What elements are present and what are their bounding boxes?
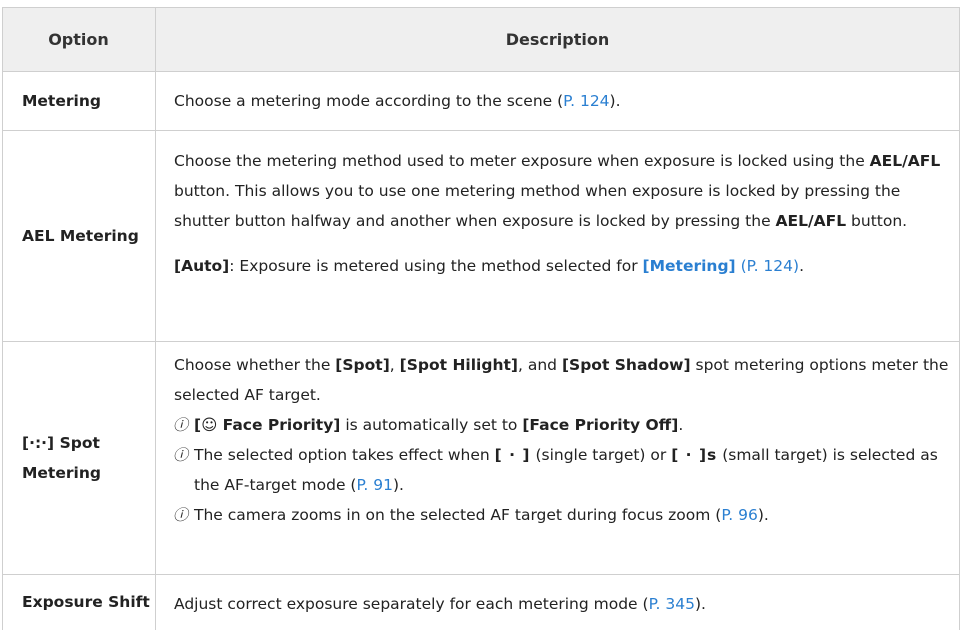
table-border-right (959, 7, 960, 630)
description-text: The camera zooms in on the selected AF t… (194, 506, 722, 524)
option-label: [∙:∙] Spot Metering (22, 433, 101, 482)
small-target-icon: [ · ]s (671, 446, 718, 464)
description-metering: Choose a metering mode according to the … (174, 86, 950, 116)
caution-icon: ⓘ (173, 446, 189, 464)
description-text: ). (609, 92, 621, 110)
table-border-left (2, 7, 3, 630)
page-link[interactable]: (P. 124) (741, 257, 799, 275)
header-description: Description (505, 29, 610, 49)
description-text: ). (392, 476, 404, 494)
description-spot-metering: Choose whether the [Spot], [Spot Hilight… (173, 350, 950, 530)
page-link[interactable]: P. 345 (649, 595, 695, 613)
description-text: Choose the metering method used to meter… (174, 152, 870, 170)
description-text: ). (757, 506, 769, 524)
page-link[interactable]: P. 124 (563, 92, 609, 110)
setting-name: [Auto] (174, 257, 230, 275)
description-text: The selected option takes effect when (194, 446, 495, 464)
option-label: Exposure Shift (22, 593, 150, 611)
option-exposure-shift: Exposure Shift (22, 574, 152, 630)
description-ael-metering: Choose the metering method used to meter… (174, 146, 950, 281)
description-text: ). (694, 595, 706, 613)
option-label: AEL Metering (22, 226, 139, 245)
description-text: Adjust correct exposure separately for e… (174, 595, 649, 613)
single-target-icon: [ · ] (494, 446, 531, 464)
note-item: ⓘ The selected option takes effect when [… (173, 440, 950, 500)
option-label: Metering (22, 91, 101, 110)
caution-icon: ⓘ (173, 506, 189, 524)
page-link[interactable]: P. 96 (721, 506, 758, 524)
description-text: : Exposure is metered using the method s… (229, 257, 643, 275)
button-name: AEL/AFL (869, 152, 941, 170)
metering-reference-link[interactable]: [Metering] (643, 257, 736, 275)
note-item: ⓘ [☺ Face Priority] is automatically set … (173, 410, 950, 440)
description-text: button. (846, 212, 908, 230)
description-text: Choose whether the (174, 356, 336, 374)
description-text: is automatically set to (340, 416, 523, 434)
description-text: . (799, 257, 804, 275)
setting-name: [Face Priority Off] (522, 416, 679, 434)
header-option: Option (48, 29, 109, 49)
column-divider (155, 7, 156, 630)
description-exposure-shift: Adjust correct exposure separately for e… (174, 589, 950, 619)
option-spot-metering: [∙:∙] Spot Metering (22, 341, 152, 574)
description-text: , and (518, 356, 562, 374)
setting-name: [☺ Face Priority] (194, 416, 341, 434)
setting-name: [Spot Shadow] (561, 356, 691, 374)
options-table: Option Description Metering Choose a met… (2, 7, 960, 630)
description-text: (single target) or (530, 446, 672, 464)
setting-name: [Spot] (335, 356, 390, 374)
option-ael-metering: AEL Metering (22, 130, 152, 341)
page-link[interactable]: P. 91 (356, 476, 393, 494)
caution-icon: ⓘ (173, 416, 189, 434)
spot-metering-icon: [∙:∙] (22, 433, 55, 452)
description-text: . (678, 416, 684, 434)
button-name: AEL/AFL (775, 212, 847, 230)
option-metering: Metering (22, 71, 152, 130)
note-item: ⓘ The camera zooms in on the selected AF … (173, 500, 950, 530)
setting-name: [Spot Hilight] (399, 356, 518, 374)
description-text: , (389, 356, 400, 374)
description-text: Choose a metering mode according to the … (174, 92, 564, 110)
